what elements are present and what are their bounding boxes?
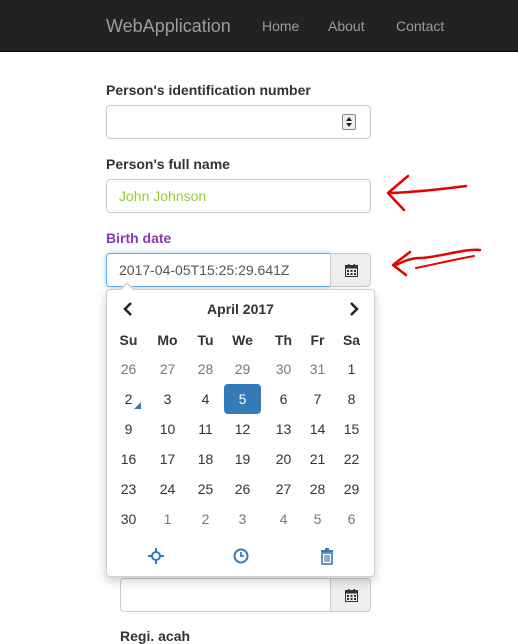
weekday-label: Su [119,332,138,348]
id-number-label: Person's identification number [106,82,311,98]
weekday-label: Sa [342,332,361,348]
weekday-label: We [232,332,253,348]
calendar-day[interactable]: 1 [149,504,186,534]
calendar-day[interactable]: 27 [265,474,302,504]
calendar-day[interactable]: 5 [224,384,261,414]
second-date-calendar-button[interactable] [330,578,371,612]
id-number-input[interactable] [106,105,371,139]
full-name-value: John Johnson [119,188,207,204]
full-name-label: Person's full name [106,156,230,172]
crosshair-icon[interactable] [146,546,166,566]
month-year-title[interactable]: April 2017 [107,301,374,317]
calendar-day[interactable]: 23 [110,474,147,504]
navbar: WebApplication Home About Contact [0,0,518,52]
calendar-day[interactable]: 26 [224,474,261,504]
birth-date-label: Birth date [106,230,172,246]
calendar-day[interactable]: 15 [333,414,370,444]
calendar-day[interactable]: 8 [333,384,370,414]
calendar-day[interactable]: 24 [149,474,186,504]
calendar-day[interactable]: 28 [299,474,336,504]
calendar-day[interactable]: 11 [187,414,224,444]
calendar-icon [345,264,358,277]
calendar-day[interactable]: 20 [265,444,302,474]
calendar-day[interactable]: 26 [110,354,147,384]
calendar-day[interactable]: 30 [110,504,147,534]
calendar-day[interactable]: 16 [110,444,147,474]
calendar-day[interactable]: 17 [149,444,186,474]
calendar-day[interactable]: 10 [149,414,186,444]
calendar-day[interactable]: 5 [299,504,336,534]
full-name-input[interactable]: John Johnson [106,179,371,213]
number-spinner[interactable] [342,114,356,130]
calendar-day[interactable]: 19 [224,444,261,474]
calendar-day[interactable]: 27 [149,354,186,384]
calendar-day[interactable]: 13 [265,414,302,444]
next-field-label: Regi. acah [120,628,191,644]
calendar-day[interactable]: 6 [333,504,370,534]
nav-contact-link[interactable]: Contact [396,18,444,34]
calendar-day[interactable]: 1 [333,354,370,384]
spin-up-icon[interactable] [346,117,352,121]
calendar-day[interactable]: 29 [224,354,261,384]
calendar-day[interactable]: 4 [187,384,224,414]
second-date-input[interactable] [120,578,331,612]
nav-about-link[interactable]: About [328,18,365,34]
calendar-day[interactable]: 28 [187,354,224,384]
calendar-day[interactable]: 7 [299,384,336,414]
calendar-day[interactable]: 29 [333,474,370,504]
popup-caret-inner [120,284,134,291]
calendar-day[interactable]: 2 [110,384,147,414]
annotation-arrow-birthdate-icon [391,248,482,277]
next-month-icon[interactable] [343,300,363,318]
datepicker-popup: April 2017 Su Mo Tu We Th Fr Sa 26 27 28 29 30 31 1 2… [106,282,375,577]
calendar-day[interactable]: 6 [265,384,302,414]
calendar-day[interactable]: 2 [187,504,224,534]
birth-date-calendar-button[interactable] [330,253,371,287]
clock-icon[interactable] [231,546,251,566]
calendar-day[interactable]: 30 [265,354,302,384]
calendar-day[interactable]: 9 [110,414,147,444]
calendar-day[interactable]: 25 [187,474,224,504]
birth-date-input[interactable]: 2017-04-05T15:25:29.641Z [106,253,331,287]
calendar-day[interactable]: 12 [224,414,261,444]
weekday-label: Mo [157,332,178,348]
trash-icon[interactable] [317,546,337,566]
calendar-day[interactable]: 14 [299,414,336,444]
calendar-day[interactable]: 3 [224,504,261,534]
annotation-arrow-name-icon [386,174,468,212]
birth-date-value: 2017-04-05T15:25:29.641Z [119,262,290,278]
calendar-day[interactable]: 22 [333,444,370,474]
calendar-day[interactable]: 31 [299,354,336,384]
calendar-day[interactable]: 4 [265,504,302,534]
weekday-label: Fr [310,332,325,348]
weekday-label: Tu [197,332,214,348]
calendar-day[interactable]: 3 [149,384,186,414]
brand-link[interactable]: WebApplication [106,16,231,37]
spin-down-icon[interactable] [346,123,352,127]
weekday-label: Th [274,332,293,348]
nav-home-link[interactable]: Home [262,18,299,34]
calendar-icon [345,589,358,602]
calendar-day[interactable]: 21 [299,444,336,474]
calendar-day[interactable]: 18 [187,444,224,474]
